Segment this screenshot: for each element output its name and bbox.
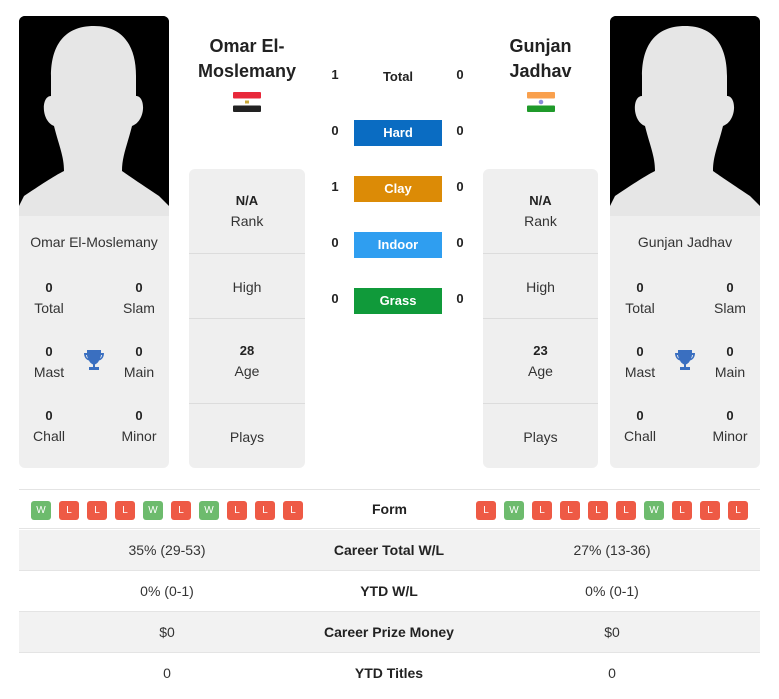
player-silhouette-icon [610, 16, 760, 216]
player2-rank: N/A Rank [524, 193, 557, 229]
player1-name[interactable]: Omar El- Moslemany [189, 34, 305, 84]
form-loss-badge[interactable]: L [532, 501, 552, 520]
form-win-badge[interactable]: W [644, 501, 664, 520]
h2h-hard-p2: 0 [456, 123, 464, 138]
player2-value: $0 [604, 624, 620, 640]
player1-high: High [232, 279, 262, 295]
table-row-career-total-wl: 35% (29-53) Career Total W/L 27% (13-36) [19, 530, 760, 571]
player1-minor-titles: 0 Minor [121, 408, 157, 444]
table-row-career-prize-money: $0 Career Prize Money $0 [19, 612, 760, 653]
player1-value: 0 [163, 665, 171, 681]
player2-plays: Plays [523, 429, 558, 445]
h2h-indoor-p2: 0 [456, 235, 464, 250]
player2-info-card: N/A Rank High 23 Age Plays [483, 169, 598, 468]
row-label: Career Prize Money [324, 624, 454, 640]
player2-age: 23 Age [528, 343, 553, 379]
player1-rank: N/A Rank [230, 193, 264, 229]
player1-total-titles: 0 Total [34, 280, 64, 316]
player1-photo [19, 16, 169, 216]
player2-titles-card: Gunjan Jadhav 0 Total 0 Slam 0 Mast 0 Main 0… [610, 216, 760, 468]
form-loss-badge[interactable]: L [588, 501, 608, 520]
player2-name[interactable]: Gunjan Jadhav [483, 34, 598, 84]
form-loss-badge[interactable]: L [560, 501, 580, 520]
player1-info-card: N/A Rank High 28 Age Plays [189, 169, 305, 468]
form-loss-badge[interactable]: L [700, 501, 720, 520]
player1-age: 28 Age [234, 343, 260, 379]
player1-chall-titles: 0 Chall [33, 408, 65, 444]
player1-titles-card: Omar El-Moslemany 0 Total 0 Slam 0 Mast 0 Ma… [19, 216, 169, 468]
form-loss-badge[interactable]: L [728, 501, 748, 520]
trophy-icon [84, 350, 104, 370]
player2-chall-titles: 0 Chall [624, 408, 656, 444]
player2-high: High [526, 279, 555, 295]
player1-value: 35% (29-53) [128, 542, 206, 558]
player2-minor-titles: 0 Minor [712, 408, 748, 444]
surface-grass-button[interactable]: Grass [354, 288, 442, 314]
surface-indoor-button[interactable]: Indoor [354, 232, 442, 258]
player1-value: $0 [159, 624, 175, 640]
h2h-total-label: Total [382, 69, 414, 84]
row-label: Career Total W/L [333, 542, 445, 558]
form-row: WLLLWLWLLL Form LWLLLLWLLL [19, 489, 760, 529]
h2h-grass-p1: 0 [331, 291, 339, 306]
player2-photo [610, 16, 760, 216]
player1-name-small[interactable]: Omar El-Moslemany [19, 234, 169, 250]
h2h-clay-p2: 0 [456, 179, 464, 194]
h2h-indoor-p1: 0 [331, 235, 339, 250]
player-silhouette-icon [19, 16, 169, 216]
player2-slam-titles: 0 Slam [714, 280, 746, 316]
egypt-flag-icon [233, 92, 261, 112]
h2h-hard-p1: 0 [331, 123, 339, 138]
form-loss-badge[interactable]: L [616, 501, 636, 520]
india-flag-icon [527, 92, 555, 112]
player1-plays: Plays [229, 429, 265, 445]
trophy-icon [675, 350, 695, 370]
surface-hard-button[interactable]: Hard [354, 120, 442, 146]
table-row-ytd-titles: 0 YTD Titles 0 [19, 653, 760, 694]
player1-value: 0% (0-1) [140, 583, 194, 599]
player1-slam-titles: 0 Slam [123, 280, 155, 316]
player2-mast-titles: 0 Mast [624, 344, 656, 380]
form-win-badge[interactable]: W [504, 501, 524, 520]
h2h-total-p1: 1 [331, 67, 339, 82]
player2-value: 0% (0-1) [585, 583, 639, 599]
h2h-grass-p2: 0 [456, 291, 464, 306]
surface-clay-button[interactable]: Clay [354, 176, 442, 202]
player2-name-small[interactable]: Gunjan Jadhav [610, 234, 760, 250]
table-row-ytd-wl: 0% (0-1) YTD W/L 0% (0-1) [19, 571, 760, 612]
row-label: YTD Titles [354, 665, 424, 681]
player2-value: 27% (13-36) [573, 542, 651, 558]
player1-mast-titles: 0 Mast [33, 344, 65, 380]
player2-value: 0 [608, 665, 616, 681]
player1-main-titles: 0 Main [123, 344, 155, 380]
player2-main-titles: 0 Main [714, 344, 746, 380]
form-loss-badge[interactable]: L [672, 501, 692, 520]
form-loss-badge[interactable]: L [476, 501, 496, 520]
player2-total-titles: 0 Total [625, 280, 655, 316]
row-label: YTD W/L [360, 583, 418, 599]
h2h-clay-p1: 1 [331, 179, 339, 194]
h2h-total-p2: 0 [456, 67, 464, 82]
